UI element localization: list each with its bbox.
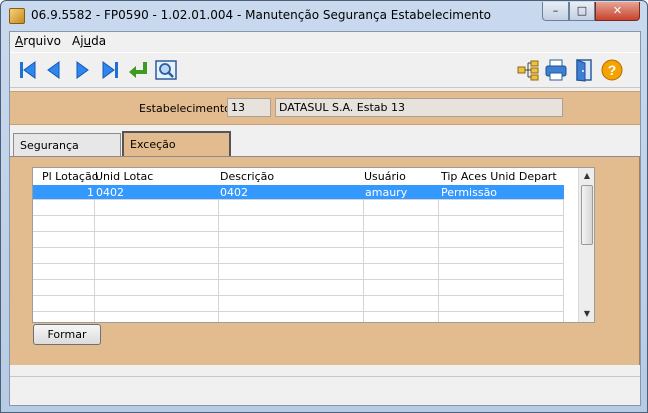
maximize-button[interactable]: □ bbox=[569, 2, 595, 21]
empty-row[interactable] bbox=[33, 281, 564, 296]
table-row[interactable]: 1 0402 0402 amaury Permissão bbox=[33, 185, 564, 200]
establishment-name-field: DATASUL S.A. Estab 13 bbox=[275, 98, 563, 117]
formar-button[interactable]: Formar bbox=[33, 324, 101, 345]
search-icon[interactable] bbox=[154, 58, 178, 82]
empty-row[interactable] bbox=[33, 249, 564, 264]
svg-text:?: ? bbox=[608, 62, 617, 78]
cell-usuario: amaury bbox=[365, 186, 408, 199]
help-icon[interactable]: ? bbox=[600, 58, 624, 82]
column-header-descricao[interactable]: Descrição bbox=[220, 170, 274, 183]
go-to-icon[interactable] bbox=[126, 58, 150, 82]
cell-tip-aces: Permissão bbox=[441, 186, 498, 199]
establishment-code-field: 13 bbox=[227, 98, 271, 117]
previous-record-icon[interactable] bbox=[42, 58, 66, 82]
menu-arquivo[interactable]: Arquivo bbox=[15, 34, 61, 48]
grid-header: Pl Lotação Unid Lotac Descrição Usuário … bbox=[33, 168, 580, 185]
menu-ajuda-label-pre: Aj bbox=[72, 34, 84, 48]
empty-row[interactable] bbox=[33, 265, 564, 280]
establishment-header: Estabelecimento: 13 DATASUL S.A. Estab 1… bbox=[10, 91, 640, 125]
tab-strip: Segurança Exceção bbox=[10, 131, 640, 159]
hierarchy-icon[interactable] bbox=[516, 58, 540, 82]
column-header-pl-lotacao[interactable]: Pl Lotação bbox=[42, 170, 98, 183]
scroll-thumb[interactable] bbox=[581, 185, 593, 245]
cell-unid-lotac: 0402 bbox=[96, 186, 124, 199]
excecao-panel: Pl Lotação Unid Lotac Descrição Usuário … bbox=[10, 156, 640, 365]
menu-ajuda-accel: u bbox=[83, 34, 92, 48]
tab-excecao[interactable]: Exceção bbox=[122, 131, 231, 158]
scroll-down-arrow-icon[interactable]: ▼ bbox=[579, 306, 594, 322]
title-bar[interactable]: 06.9.5582 - FP0590 - 1.02.01.004 - Manut… bbox=[1, 1, 647, 31]
toolbar: ? bbox=[10, 52, 640, 88]
menu-ajuda[interactable]: Ajuda bbox=[72, 34, 106, 48]
menu-arquivo-label: rquivo bbox=[23, 34, 61, 48]
cell-pl-lotacao: 1 bbox=[87, 186, 94, 199]
close-button[interactable]: ✕ bbox=[595, 2, 640, 21]
column-header-usuario[interactable]: Usuário bbox=[364, 170, 406, 183]
exception-grid[interactable]: Pl Lotação Unid Lotac Descrição Usuário … bbox=[32, 167, 595, 323]
empty-row[interactable] bbox=[33, 217, 564, 232]
menu-bar: Arquivo Ajuda bbox=[10, 32, 640, 51]
menu-arquivo-accel: A bbox=[15, 34, 24, 48]
vertical-scrollbar[interactable]: ▲ ▼ bbox=[578, 168, 594, 322]
status-bar bbox=[10, 376, 640, 405]
client-area: Arquivo Ajuda ? Estabelecimento: 13 DATA… bbox=[9, 31, 641, 406]
exit-door-icon[interactable] bbox=[572, 58, 596, 82]
empty-row[interactable] bbox=[33, 233, 564, 248]
app-icon bbox=[9, 8, 25, 24]
empty-row[interactable] bbox=[33, 297, 564, 312]
window-title: 06.9.5582 - FP0590 - 1.02.01.004 - Manut… bbox=[31, 8, 492, 22]
column-header-tip-aces[interactable]: Tip Aces Unid Depart bbox=[441, 170, 557, 183]
tab-seguranca[interactable]: Segurança bbox=[13, 133, 121, 157]
menu-ajuda-label-post: da bbox=[91, 34, 107, 48]
first-record-icon[interactable] bbox=[16, 58, 40, 82]
cell-descricao: 0402 bbox=[220, 186, 248, 199]
minimize-button[interactable]: – bbox=[542, 2, 569, 21]
last-record-icon[interactable] bbox=[98, 58, 122, 82]
scroll-up-arrow-icon[interactable]: ▲ bbox=[579, 168, 594, 184]
establishment-label: Estabelecimento: bbox=[139, 102, 235, 115]
app-window: 06.9.5582 - FP0590 - 1.02.01.004 - Manut… bbox=[0, 0, 648, 413]
empty-row[interactable] bbox=[33, 201, 564, 216]
print-icon[interactable] bbox=[544, 58, 568, 82]
column-header-unid-lotac[interactable]: Unid Lotac bbox=[95, 170, 153, 183]
next-record-icon[interactable] bbox=[70, 58, 94, 82]
